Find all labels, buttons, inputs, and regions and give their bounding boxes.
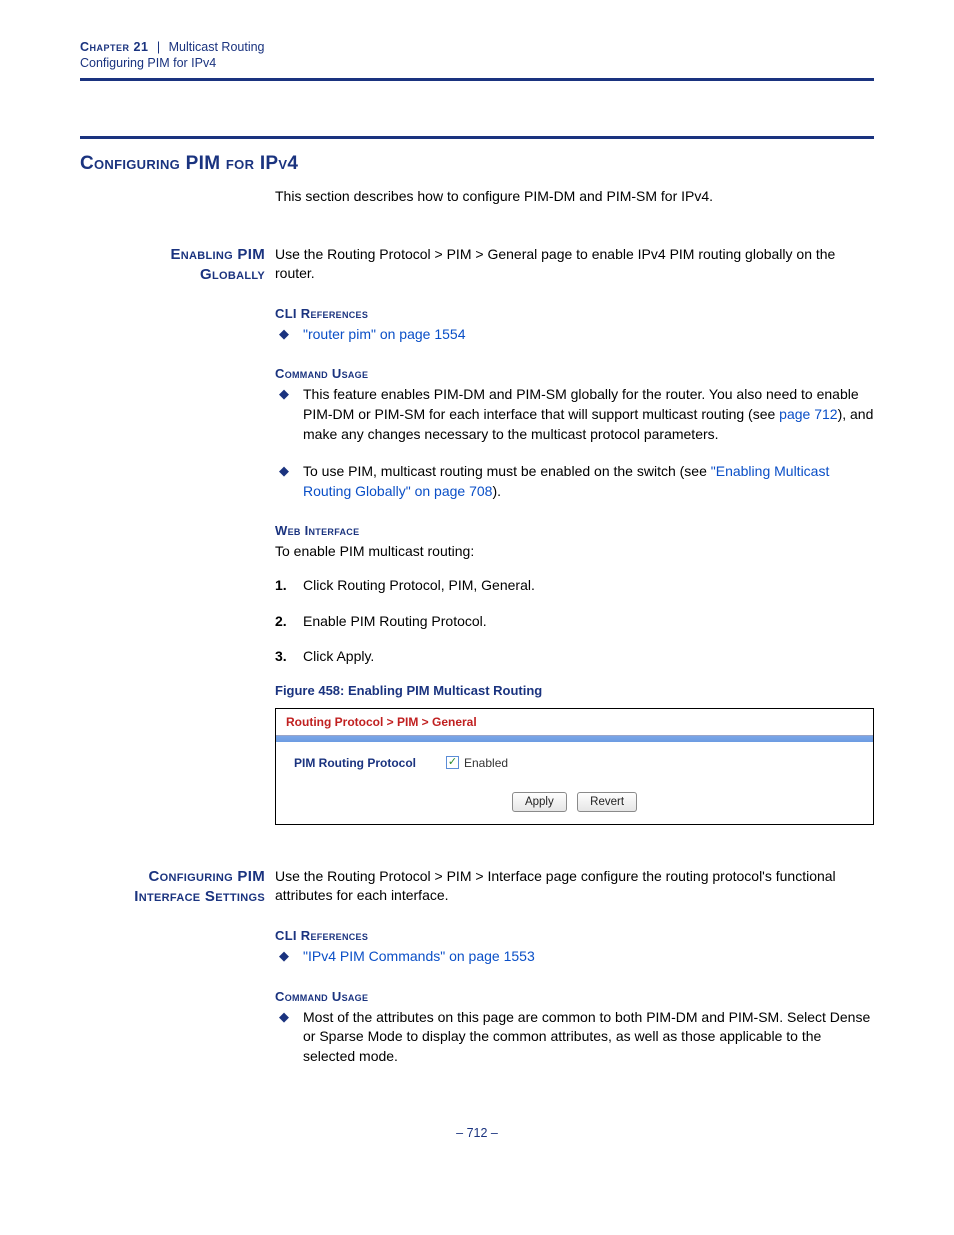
command-usage-item: Most of the attributes on this page are … (275, 1008, 874, 1067)
command-usage-heading-2: Command Usage (275, 989, 874, 1004)
running-header: Chapter 21 | Multicast Routing Configuri… (80, 40, 874, 81)
web-interface-heading: Web Interface (275, 523, 874, 538)
header-separator: | (157, 40, 160, 54)
pim-routing-protocol-label: PIM Routing Protocol (294, 756, 416, 770)
cli-references-heading: CLI References (275, 306, 874, 321)
side-heading-enabling-pim-globally: Enabling PIM Globally (80, 245, 275, 825)
section-intro: This section describes how to configure … (275, 187, 874, 207)
step-item: Enable PIM Routing Protocol. (275, 612, 874, 632)
chapter-subtitle: Configuring PIM for IPv4 (80, 56, 874, 70)
configuring-pim-intro: Use the Routing Protocol > PIM > Interfa… (275, 867, 874, 906)
figure-caption: Figure 458: Enabling PIM Multicast Routi… (275, 683, 874, 698)
enabling-pim-intro: Use the Routing Protocol > PIM > General… (275, 245, 874, 284)
link-ipv4-pim-commands[interactable]: "IPv4 PIM Commands" on page 1553 (303, 948, 535, 964)
step-item: Click Routing Protocol, PIM, General. (275, 576, 874, 596)
command-usage-heading: Command Usage (275, 366, 874, 381)
section-heading: Configuring PIM for IPv4 (80, 153, 874, 175)
figure-breadcrumb: Routing Protocol > PIM > General (276, 709, 873, 736)
cli-references-heading-2: CLI References (275, 928, 874, 943)
chapter-number: Chapter 21 (80, 40, 148, 54)
chapter-title: Multicast Routing (169, 40, 265, 54)
cli-reference-item: "IPv4 PIM Commands" on page 1553 (275, 947, 874, 967)
apply-button[interactable]: Apply (512, 792, 567, 812)
command-usage-item: To use PIM, multicast routing must be en… (275, 462, 874, 501)
web-interface-intro: To enable PIM multicast routing: (275, 542, 874, 562)
link-page-712[interactable]: page 712 (779, 406, 837, 422)
page-number: – 712 – (80, 1126, 874, 1140)
step-item: Click Apply. (275, 647, 874, 667)
side-heading-configuring-pim-interface-settings: Configuring PIM Interface Settings (80, 867, 275, 1067)
figure-screenshot: Routing Protocol > PIM > General PIM Rou… (275, 708, 874, 825)
cli-reference-item: "router pim" on page 1554 (275, 325, 874, 345)
enabled-checkbox-label: Enabled (464, 756, 508, 770)
revert-button[interactable]: Revert (577, 792, 637, 812)
enabled-checkbox[interactable]: ✓ (446, 756, 459, 769)
link-router-pim[interactable]: "router pim" on page 1554 (303, 326, 466, 342)
section-rule (80, 136, 874, 139)
command-usage-item: This feature enables PIM-DM and PIM-SM g… (275, 385, 874, 444)
